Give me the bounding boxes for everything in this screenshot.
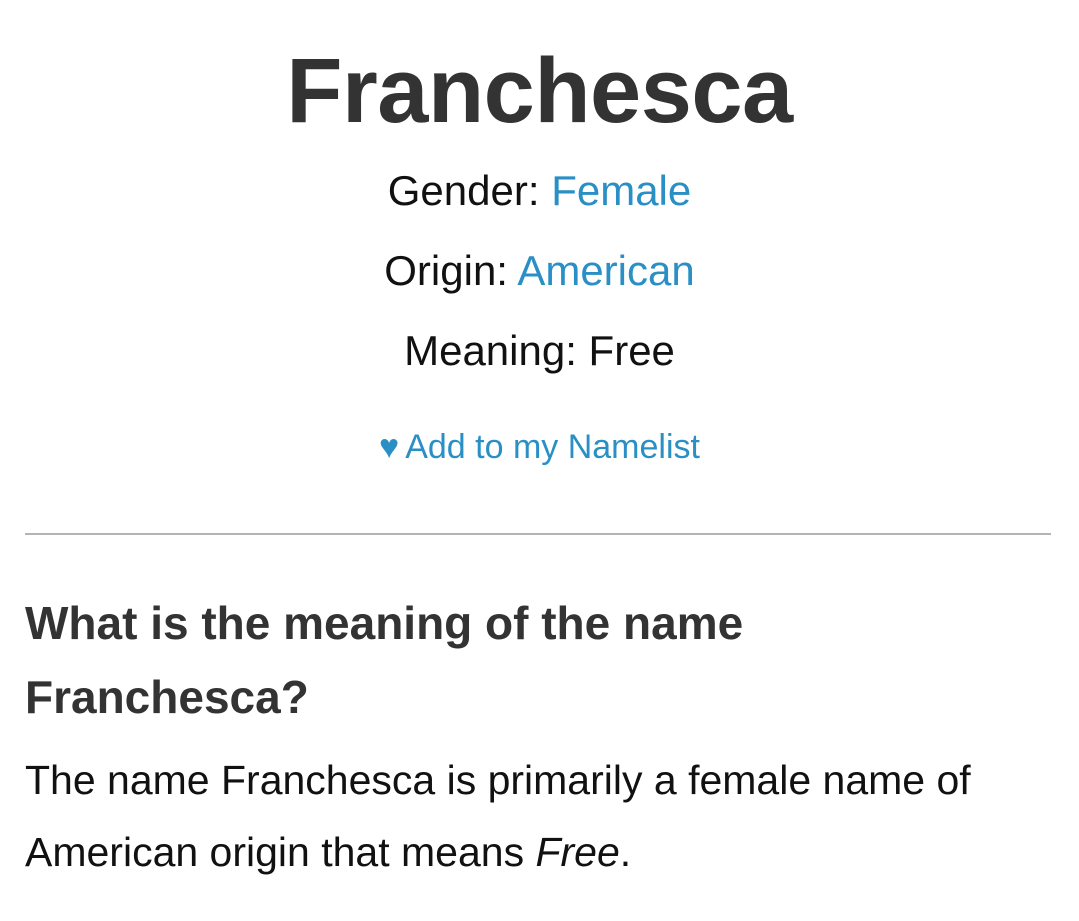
meaning-description-text: The name Franchesca is primarily a femal…: [25, 757, 971, 875]
meaning-label: Meaning:: [404, 327, 577, 374]
meaning-description-end: .: [619, 829, 632, 875]
page-title: Franchesca: [286, 40, 793, 142]
meaning-heading-text: What is the meaning of the name: [25, 597, 744, 649]
add-to-namelist-link[interactable]: ♥ Add to my Namelist: [0, 426, 1079, 468]
origin-row: Origin: American: [0, 246, 1079, 296]
gender-row: Gender: Female: [0, 166, 1079, 216]
origin-label: Origin:: [384, 247, 508, 294]
origin-link[interactable]: American: [517, 247, 694, 294]
meaning-value: Free: [588, 327, 675, 374]
meaning-heading-name: Franchesca: [25, 671, 281, 723]
meaning-row: Meaning: Free: [0, 326, 1079, 376]
heart-icon: ♥: [379, 428, 400, 466]
meaning-heading-suffix: ?: [280, 671, 309, 723]
gender-link[interactable]: Female: [551, 167, 691, 214]
meaning-description-emphasis: Free: [535, 829, 620, 875]
meaning-description: The name Franchesca is primarily a femal…: [25, 744, 1065, 888]
section-divider: [25, 533, 1051, 535]
add-to-namelist-label: Add to my Namelist: [405, 428, 700, 466]
meaning-heading: What is the meaning of the name Franches…: [25, 586, 1051, 734]
gender-label: Gender:: [387, 167, 540, 214]
